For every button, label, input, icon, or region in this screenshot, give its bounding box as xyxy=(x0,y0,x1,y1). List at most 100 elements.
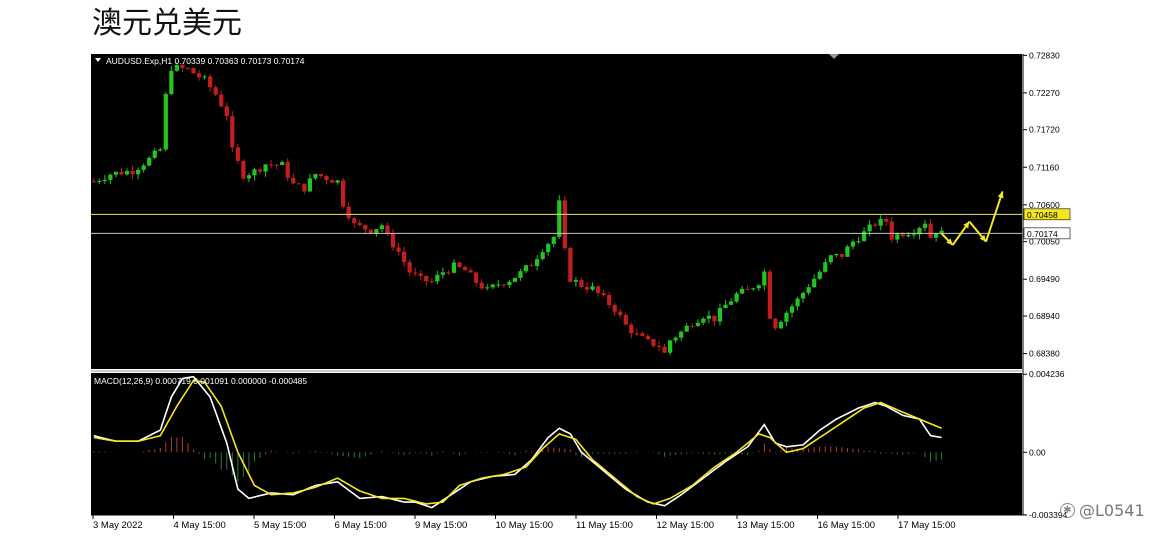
candle-body xyxy=(202,76,207,78)
candle-body xyxy=(479,282,484,289)
candle-body xyxy=(789,306,795,313)
candle-body xyxy=(823,262,828,272)
candle-body xyxy=(252,169,257,176)
candle-body xyxy=(152,150,157,158)
candle-body xyxy=(695,322,700,327)
price-tick-label: 0.70600 xyxy=(1029,200,1060,210)
candle-body xyxy=(884,218,889,222)
macd-tick-label: 0.004236 xyxy=(1029,369,1065,379)
candle-body xyxy=(595,286,601,293)
candle-body xyxy=(867,224,872,232)
camera-icon: ✱ xyxy=(1060,503,1075,518)
candle-body xyxy=(163,94,168,150)
candle-body xyxy=(806,287,811,293)
time-tick-label: 10 May 15:00 xyxy=(496,520,554,531)
candle-body xyxy=(812,278,817,288)
candle-body xyxy=(640,333,645,336)
candle-body xyxy=(413,272,418,274)
time-tick-label: 5 May 15:00 xyxy=(254,520,306,531)
candle-body xyxy=(307,178,313,192)
candle-body xyxy=(690,325,695,327)
candle-body xyxy=(834,254,839,256)
price-tick-label: 0.68380 xyxy=(1029,349,1060,359)
candle-body xyxy=(900,234,905,237)
candle-body xyxy=(302,183,307,192)
candle-body xyxy=(246,175,252,179)
candle-body xyxy=(141,165,146,170)
candle-body xyxy=(573,280,579,282)
candle-body xyxy=(318,174,324,177)
candle-body xyxy=(740,288,745,294)
macd-tick-label: 0.00 xyxy=(1029,447,1046,457)
candle-body xyxy=(501,284,506,286)
candle-body xyxy=(263,164,268,172)
candle-body xyxy=(568,248,573,282)
candle-body xyxy=(474,272,479,283)
candle-body xyxy=(257,169,263,172)
candle-body xyxy=(850,241,856,247)
candle-body xyxy=(551,237,556,244)
candle-body xyxy=(706,315,712,319)
price-panel-bg xyxy=(91,54,1022,369)
candle-body xyxy=(147,157,152,166)
candle-body xyxy=(817,271,822,279)
candle-body xyxy=(124,170,130,175)
candle-body xyxy=(285,162,290,178)
candle-body xyxy=(446,272,451,274)
candle-body xyxy=(828,255,833,263)
candle-body xyxy=(889,221,894,240)
price-tick-label: 0.71720 xyxy=(1029,125,1060,135)
candle-body xyxy=(762,271,767,286)
candle-body xyxy=(440,272,446,275)
time-tick-label: 3 May 2022 xyxy=(93,520,143,531)
price-tick-label: 0.72830 xyxy=(1029,50,1060,60)
candle-body xyxy=(734,293,739,302)
candle-body xyxy=(728,301,734,305)
candle-body xyxy=(512,277,518,282)
candle-body xyxy=(97,180,102,182)
candle-body xyxy=(712,315,717,322)
price-tick-label: 0.72270 xyxy=(1029,88,1060,98)
candle-body xyxy=(268,164,274,166)
candle-body xyxy=(191,68,196,74)
candle-body xyxy=(435,274,440,282)
candle-body xyxy=(911,234,917,236)
candle-body xyxy=(845,246,850,257)
candle-body xyxy=(745,288,750,290)
candle-body xyxy=(656,345,662,347)
chart-svg: 0.728300.722700.717200.711600.706000.700… xyxy=(91,50,1071,531)
candle-body xyxy=(895,234,900,240)
candle-body xyxy=(518,271,523,278)
candle-body xyxy=(939,230,944,234)
candle-body xyxy=(407,262,412,273)
candle-body xyxy=(424,275,429,282)
candle-body xyxy=(490,284,495,288)
watermark: ✱ @L0541 xyxy=(1060,501,1145,520)
symbol-info-text: AUDUSD.Exp,H1 0.70339 0.70363 0.70173 0.… xyxy=(106,56,305,66)
candle-body xyxy=(451,262,457,273)
time-tick-label: 13 May 15:00 xyxy=(737,520,795,531)
candle-body xyxy=(534,259,540,267)
level-price-label: 0.70458 xyxy=(1027,210,1058,220)
time-tick-label: 4 May 15:00 xyxy=(174,520,226,531)
candle-body xyxy=(839,254,845,257)
candle-body xyxy=(224,106,229,117)
candle-body xyxy=(562,200,567,249)
candle-body xyxy=(756,285,761,289)
candle-body xyxy=(590,286,595,290)
candle-body xyxy=(468,270,473,273)
candle-body xyxy=(208,76,213,88)
candle-body xyxy=(352,218,357,223)
candle-body xyxy=(773,318,778,329)
candle-body xyxy=(324,176,329,181)
candle-body xyxy=(102,179,107,181)
price-tick-label: 0.68940 xyxy=(1029,311,1060,321)
candle-body xyxy=(607,294,612,305)
candle-body xyxy=(401,251,407,263)
candle-body xyxy=(235,147,240,161)
candle-body xyxy=(856,241,861,243)
candle-body xyxy=(91,181,96,183)
candle-body xyxy=(496,284,501,286)
candle-body xyxy=(673,337,678,341)
macd-panel: 0.0042360.00-0.003394 xyxy=(91,369,1068,520)
